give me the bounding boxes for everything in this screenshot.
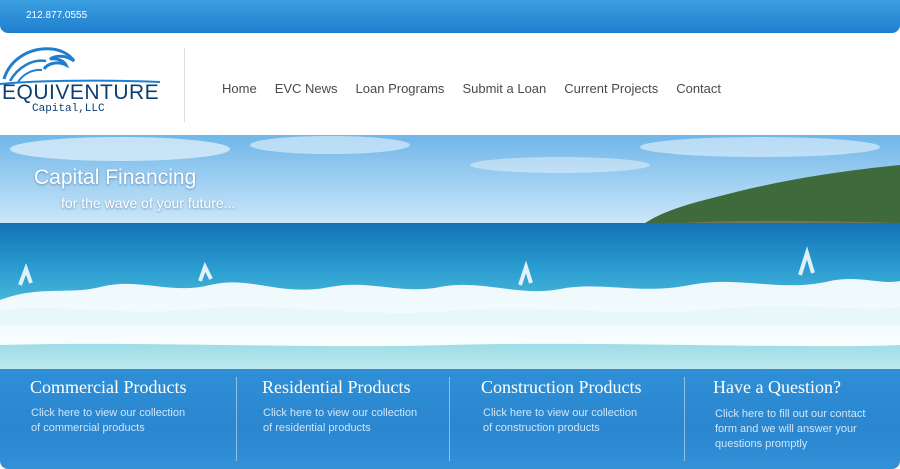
column-text-line: Click here to view our collection bbox=[31, 407, 186, 419]
column-divider bbox=[684, 377, 685, 461]
column-text-line: of commercial products bbox=[31, 422, 145, 434]
hero-title: Capital Financing bbox=[34, 166, 197, 189]
column-text-line: of residential products bbox=[263, 422, 371, 434]
phone-number: 212.877.0555 bbox=[26, 10, 88, 21]
nav-home[interactable]: Home bbox=[222, 81, 257, 96]
nav-evc-news[interactable]: EVC News bbox=[275, 81, 338, 96]
nav-submit-a-loan[interactable]: Submit a Loan bbox=[462, 81, 546, 96]
logo[interactable]: EQUIVENTURE Capital,LLC bbox=[0, 45, 160, 125]
column-title[interactable]: Have a Question? bbox=[713, 377, 841, 398]
nav-loan-programs[interactable]: Loan Programs bbox=[356, 81, 445, 96]
column-text-line: Click here to view our collection bbox=[483, 407, 638, 419]
column-divider bbox=[449, 377, 450, 461]
construction-products-column[interactable]: Construction Products Click here to view… bbox=[481, 369, 681, 469]
column-description[interactable]: Click here to view our collection of res… bbox=[263, 406, 417, 436]
column-description[interactable]: Click here to view our collection of com… bbox=[31, 406, 185, 436]
logo-subtitle: Capital,LLC bbox=[32, 103, 105, 115]
product-links-panel: Commercial Products Click here to view o… bbox=[0, 369, 900, 469]
column-title[interactable]: Construction Products bbox=[481, 377, 642, 398]
column-description[interactable]: Click here to fill out our contact form … bbox=[715, 407, 865, 452]
column-description[interactable]: Click here to view our collection of con… bbox=[483, 406, 637, 436]
column-text-line: questions promptly bbox=[715, 438, 808, 450]
have-a-question-column[interactable]: Have a Question? Click here to fill out … bbox=[713, 369, 893, 469]
commercial-products-column[interactable]: Commercial Products Click here to view o… bbox=[30, 369, 230, 469]
column-text-line: form and we will answer your bbox=[715, 423, 857, 435]
main-nav: Home EVC News Loan Programs Submit a Loa… bbox=[222, 81, 739, 96]
residential-products-column[interactable]: Residential Products Click here to view … bbox=[262, 369, 452, 469]
nav-current-projects[interactable]: Current Projects bbox=[564, 81, 658, 96]
header-divider bbox=[184, 48, 185, 122]
hero-subtitle: for the wave of your future... bbox=[61, 195, 236, 211]
column-text-line: of construction products bbox=[483, 422, 600, 434]
column-title[interactable]: Commercial Products bbox=[30, 377, 186, 398]
logo-wordmark: EQUIVENTURE bbox=[2, 81, 160, 104]
top-bar: 212.877.0555 bbox=[0, 0, 900, 33]
column-divider bbox=[236, 377, 237, 461]
column-text-line: Click here to fill out our contact bbox=[715, 408, 866, 420]
column-text-line: Click here to view our collection bbox=[263, 407, 418, 419]
column-title[interactable]: Residential Products bbox=[262, 377, 410, 398]
nav-contact[interactable]: Contact bbox=[676, 81, 721, 96]
